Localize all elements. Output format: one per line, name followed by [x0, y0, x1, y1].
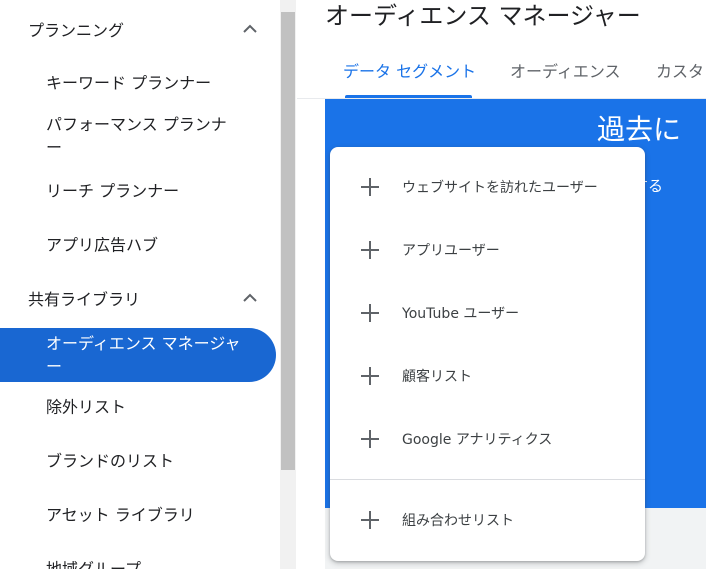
- sidebar-item-asset-library[interactable]: アセット ライブラリ: [0, 492, 280, 538]
- plus-icon: [360, 303, 380, 323]
- tab-audiences[interactable]: オーディエンス: [510, 58, 621, 98]
- menu-item-label: YouTube ユーザー: [402, 306, 520, 322]
- sidebar-item-label: パフォーマンス プランナー: [46, 115, 227, 157]
- sidebar-item-label: キーワード プランナー: [46, 73, 212, 93]
- menu-item-label: アプリユーザー: [402, 243, 500, 259]
- menu-item-google-analytics[interactable]: Google アナリティクス: [330, 411, 645, 467]
- tab-custom[interactable]: カスタ: [656, 58, 704, 98]
- sidebar-item-label: リーチ プランナー: [46, 181, 180, 201]
- sidebar-item-label: 地域グループ: [46, 559, 142, 569]
- sidebar-scrollbar-thumb[interactable]: [281, 12, 295, 470]
- plus-icon: [360, 177, 380, 197]
- sidebar-item-audience-manager[interactable]: オーディエンス マネージャー: [0, 328, 276, 382]
- sidebar-item-label: アセット ライブラリ: [46, 505, 195, 525]
- sidebar-item-keyword-planner[interactable]: キーワード プランナー: [0, 60, 280, 106]
- sidebar-item-location-groups[interactable]: 地域グループ: [0, 546, 280, 569]
- menu-item-label: 顧客リスト: [402, 369, 472, 385]
- plus-icon: [360, 429, 380, 449]
- menu-item-customer-list[interactable]: 顧客リスト: [330, 348, 645, 404]
- menu-item-youtube-users[interactable]: YouTube ユーザー: [330, 285, 645, 341]
- chevron-up-icon[interactable]: [240, 19, 260, 39]
- sidebar-item-label: ブランドのリスト: [46, 451, 175, 471]
- section-header-planning[interactable]: プランニング: [0, 7, 280, 51]
- sidebar-item-app-ads-hub[interactable]: アプリ広告ハブ: [0, 222, 280, 268]
- sidebar-item-exclusion-lists[interactable]: 除外リスト: [0, 384, 280, 430]
- sidebar-item-label: アプリ広告ハブ: [46, 235, 159, 255]
- menu-item-combined-list[interactable]: 組み合わせリスト: [330, 492, 645, 548]
- menu-divider: [330, 479, 645, 480]
- page-title: オーディエンス マネージャー: [325, 2, 641, 30]
- chevron-up-icon[interactable]: [240, 288, 260, 308]
- section-title-planning: プランニング: [28, 21, 125, 40]
- sidebar-item-label: 除外リスト: [46, 397, 127, 417]
- sidebar: プランニング キーワード プランナー パフォーマンス プランナー リーチ プラン…: [0, 0, 280, 569]
- sidebar-item-brand-lists[interactable]: ブランドのリスト: [0, 438, 280, 484]
- panel-heading: 過去に: [597, 113, 682, 146]
- plus-icon: [360, 366, 380, 386]
- menu-item-label: 組み合わせリスト: [402, 513, 514, 529]
- tab-label: カスタ: [656, 62, 705, 81]
- create-segment-menu: ウェブサイトを訪れたユーザー アプリユーザー YouTube ユーザー 顧客リス…: [330, 147, 645, 561]
- menu-item-app-users[interactable]: アプリユーザー: [330, 222, 645, 278]
- tab-label: オーディエンス: [510, 62, 621, 81]
- sidebar-item-reach-planner[interactable]: リーチ プランナー: [0, 168, 280, 214]
- plus-icon: [360, 240, 380, 260]
- section-title-shared-library: 共有ライブラリ: [28, 290, 141, 309]
- tab-label: データ セグメント: [343, 62, 477, 81]
- menu-item-label: Google アナリティクス: [402, 432, 553, 448]
- menu-item-label: ウェブサイトを訪れたユーザー: [402, 180, 598, 196]
- plus-icon: [360, 510, 380, 530]
- sidebar-item-label: オーディエンス マネージャー: [46, 334, 241, 376]
- menu-item-website-visitors[interactable]: ウェブサイトを訪れたユーザー: [330, 159, 645, 215]
- section-header-shared-library[interactable]: 共有ライブラリ: [0, 276, 280, 320]
- sidebar-item-performance-planner[interactable]: パフォーマンス プランナー: [0, 110, 280, 162]
- tab-data-segments[interactable]: データ セグメント: [343, 58, 476, 98]
